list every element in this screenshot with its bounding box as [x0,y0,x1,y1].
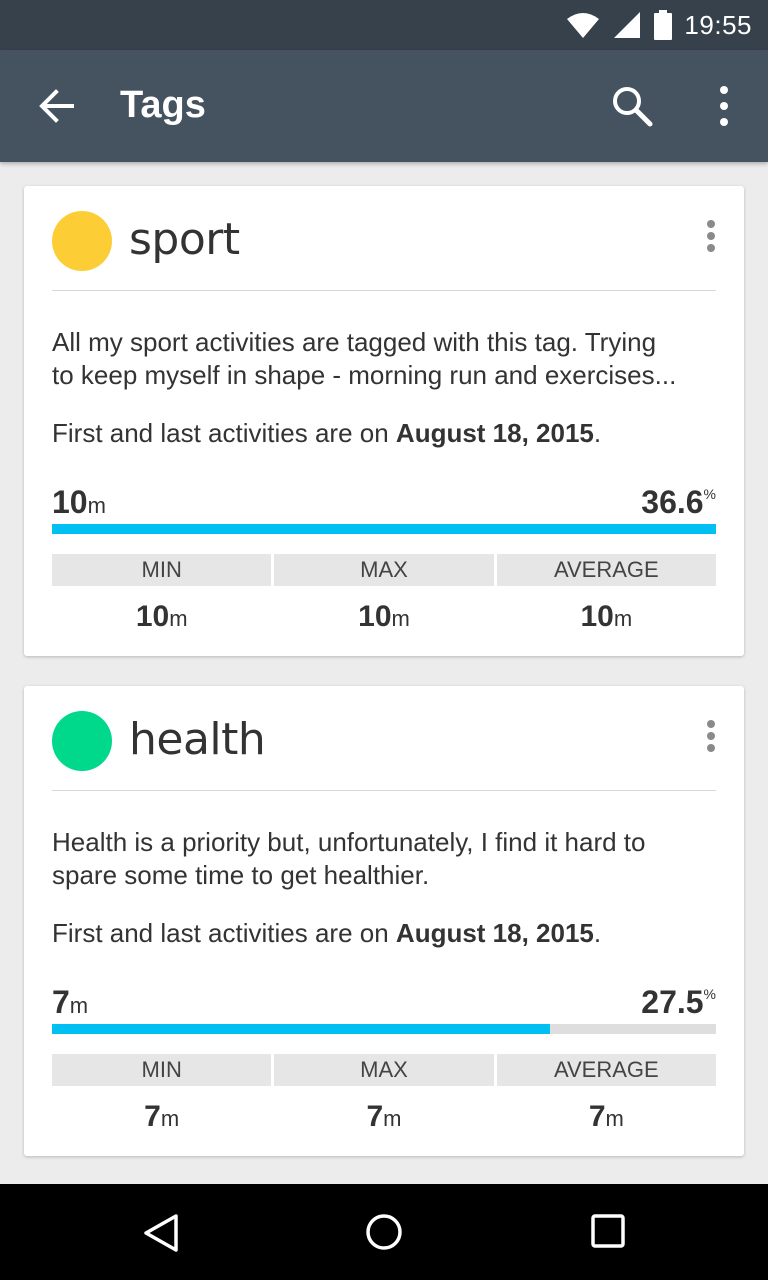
stat-header-max: MAX [274,1054,494,1086]
stat-average: 7m [588,1100,624,1133]
stat-max: 7m [366,1100,402,1133]
status-bar: 19:55 [0,0,768,50]
tag-card-health[interactable]: health Health is a priority but, unfortu… [24,686,744,1156]
progress-fill [52,524,716,534]
stat-header-min: MIN [52,554,272,586]
dates-prefix: First and last activities are on [52,918,396,948]
activity-dates: First and last activities are on August … [52,418,601,449]
tag-description: All my sport activities are tagged with … [52,326,722,392]
stats-values: 10m 10m 10m [52,600,716,634]
tag-name: health [129,714,266,765]
duration-unit: m [87,493,106,518]
stats-header: MIN MAX AVERAGE [52,554,716,586]
progress-fill [52,1024,550,1034]
battery-icon [654,10,673,40]
divider [52,290,716,291]
progress-bar [52,524,716,534]
app-bar: Tags [0,50,768,162]
description-line: to keep myself in shape - morning run an… [52,360,677,390]
tag-color-dot [52,211,112,271]
status-icons: 19:55 [566,0,752,50]
description-line: All my sport activities are tagged with … [52,327,657,357]
search-icon[interactable] [610,84,654,128]
card-menu-icon[interactable] [700,218,722,254]
tag-card-sport[interactable]: sport All my sport activities are tagged… [24,186,744,656]
dates-value: August 18, 2015 [395,918,594,948]
wifi-icon [567,13,600,38]
nav-home-icon[interactable] [363,1211,405,1253]
total-duration: 7m [52,984,88,1021]
dates-suffix: . [593,418,602,448]
tag-percentage: 27.5% [641,984,716,1021]
back-arrow-icon[interactable] [36,86,76,126]
stats-values: 7m 7m 7m [52,1100,716,1134]
stat-min: 7m [144,1100,180,1133]
card-menu-icon[interactable] [700,718,722,754]
percent-sign: % [703,486,716,502]
stats-header: MIN MAX AVERAGE [52,1054,716,1086]
percent-value: 27.5 [641,984,704,1020]
stat-header-min: MIN [52,1054,272,1086]
page-title: Tags [120,84,206,126]
stat-header-average: AVERAGE [496,554,716,586]
tag-color-dot [52,711,112,771]
duration-value: 10 [52,484,88,520]
dates-prefix: First and last activities are on [52,418,396,448]
status-time: 19:55 [684,9,752,40]
divider [52,790,716,791]
more-vert-icon[interactable] [704,84,744,128]
progress-bar [52,1024,716,1034]
duration-value: 7 [52,984,70,1020]
description-line: Health is a priority but, unfortunately,… [52,827,646,857]
stat-max: 10m [358,600,410,633]
system-nav-bar [0,1184,768,1280]
activity-dates: First and last activities are on August … [52,918,601,949]
tag-name: sport [129,214,240,265]
tag-percentage: 36.6% [641,484,716,521]
tag-description: Health is a priority but, unfortunately,… [52,826,722,892]
duration-unit: m [69,993,89,1018]
stat-header-max: MAX [274,554,494,586]
stat-average: 10m [580,600,633,633]
nav-back-icon[interactable] [140,1212,182,1254]
signal-icon [614,12,641,38]
dates-suffix: . [593,918,602,948]
description-line: spare some time to get healthier. [52,860,430,890]
percent-sign: % [703,986,716,1002]
dates-value: August 18, 2015 [395,418,594,448]
percent-value: 36.6 [641,484,704,520]
total-duration: 10m [52,484,106,521]
stat-header-average: AVERAGE [496,1054,716,1086]
stat-min: 10m [135,600,188,633]
nav-recents-icon[interactable] [589,1212,627,1250]
